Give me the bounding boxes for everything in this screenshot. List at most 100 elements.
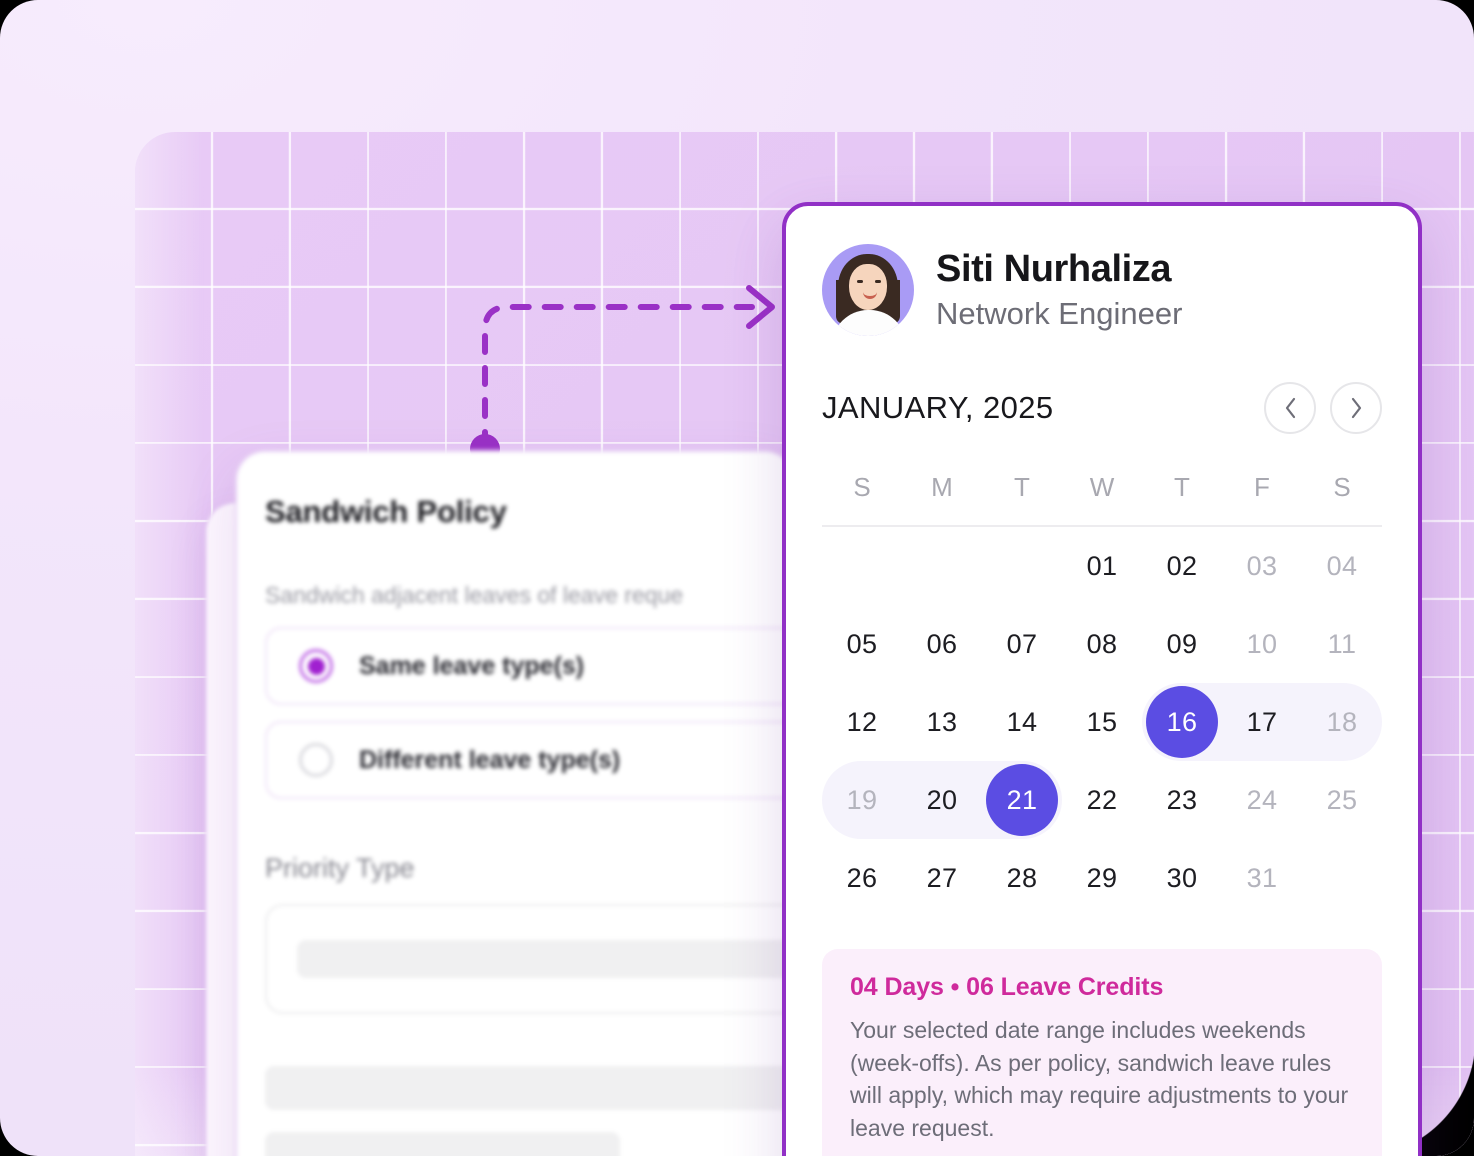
calendar-day-number: 01 [1086, 550, 1118, 581]
radio-icon-selected[interactable] [299, 649, 333, 683]
calendar-day-number: 10 [1246, 628, 1278, 659]
calendar-day-cell[interactable]: 18 [1302, 683, 1382, 761]
previous-month-button[interactable] [1264, 382, 1316, 434]
avatar [822, 244, 914, 336]
calendar-day-cell[interactable]: 04 [1302, 527, 1382, 605]
weekday-header: S [1333, 472, 1351, 502]
skeleton-bar [265, 1132, 620, 1156]
calendar-day-cell[interactable]: 22 [1062, 761, 1142, 839]
calendar-day-cell[interactable]: 26 [822, 839, 902, 917]
calendar-day-empty [822, 527, 902, 605]
calendar-day-number: 15 [1086, 706, 1118, 737]
calendar-day-empty [1302, 839, 1382, 917]
priority-type-select[interactable] [265, 904, 793, 1014]
calendar-day-empty [902, 527, 982, 605]
notice-title: 04 Days • 06 Leave Credits [850, 973, 1164, 1001]
calendar-day-number: 18 [1326, 706, 1358, 737]
calendar-day-cell[interactable]: 09 [1142, 605, 1222, 683]
calendar-day-number: 07 [1006, 628, 1038, 659]
calendar-day-number: 19 [846, 784, 878, 815]
calendar-day-number: 08 [1086, 628, 1118, 659]
skeleton-placeholder-group [265, 1066, 793, 1156]
weekday-header: F [1254, 472, 1270, 502]
calendar-day-cell[interactable]: 20 [902, 761, 982, 839]
calendar-day-number: 09 [1166, 628, 1198, 659]
calendar-day-number: 02 [1166, 550, 1198, 581]
weekday-header-row: SMTWTFS [822, 472, 1382, 503]
leave-calendar-card: Siti Nurhaliza Network Engineer JANUARY,… [782, 202, 1422, 1156]
calendar-day-number: 29 [1086, 862, 1118, 893]
calendar-day-cell[interactable]: 08 [1062, 605, 1142, 683]
calendar-day-cell[interactable]: 28 [982, 839, 1062, 917]
calendar-day-number: 04 [1326, 550, 1358, 581]
next-month-button[interactable] [1330, 382, 1382, 434]
calendar-day-number: 14 [1006, 706, 1038, 737]
calendar-day-number: 30 [1166, 862, 1198, 893]
month-year-label: JANUARY, 2025 [822, 390, 1054, 425]
calendar-day-cell[interactable]: 27 [902, 839, 982, 917]
calendar-day-cell[interactable]: 11 [1302, 605, 1382, 683]
calendar-day-number: 05 [846, 628, 878, 659]
calendar-day-cell[interactable]: 14 [982, 683, 1062, 761]
calendar-day-number: 26 [846, 862, 878, 893]
month-nav-group [1264, 382, 1382, 434]
sandwich-policy-card: Sandwich Policy Sandwich adjacent leaves… [235, 450, 795, 1156]
calendar-day-number: 16 [1166, 706, 1198, 737]
radio-label: Different leave type(s) [359, 745, 621, 774]
calendar-day-number: 11 [1327, 628, 1357, 659]
priority-type-label: Priority Type [265, 853, 415, 883]
calendar-day-cell[interactable]: 07 [982, 605, 1062, 683]
chevron-right-icon [1351, 397, 1361, 419]
weekday-header: W [1089, 472, 1115, 502]
page-root: Sandwich Policy Sandwich adjacent leaves… [0, 0, 1474, 1156]
calendar-day-cell[interactable]: 24 [1222, 761, 1302, 839]
calendar-day-cell[interactable]: 01 [1062, 527, 1142, 605]
calendar-day-number: 20 [926, 784, 958, 815]
calendar-day-cell[interactable]: 05 [822, 605, 902, 683]
calendar-day-cell[interactable]: 12 [822, 683, 902, 761]
calendar-day-cell[interactable]: 19 [822, 761, 902, 839]
user-name: Siti Nurhaliza [936, 248, 1172, 291]
radio-label: Same leave type(s) [359, 651, 585, 680]
calendar-day-number: 25 [1326, 784, 1358, 815]
calendar-day-cell[interactable]: 03 [1222, 527, 1302, 605]
calendar-day-number: 24 [1246, 784, 1278, 815]
radio-option-different-leave-type[interactable]: Different leave type(s) [265, 721, 793, 799]
calendar-day-cell[interactable]: 17 [1222, 683, 1302, 761]
calendar-day-number: 28 [1006, 862, 1038, 893]
calendar-day-cell[interactable]: 21 [982, 761, 1062, 839]
calendar-day-empty [982, 527, 1062, 605]
calendar-day-cell[interactable]: 31 [1222, 839, 1302, 917]
calendar-day-cell[interactable]: 06 [902, 605, 982, 683]
sandwich-leave-notice: 04 Days • 06 Leave Credits Your selected… [822, 949, 1382, 1156]
calendar-day-number: 21 [1006, 784, 1038, 815]
policy-card-subtitle: Sandwich adjacent leaves of leave reque [265, 582, 684, 608]
calendar-day-cell[interactable]: 15 [1062, 683, 1142, 761]
calendar-day-number: 23 [1166, 784, 1198, 815]
calendar-day-cell[interactable]: 25 [1302, 761, 1382, 839]
calendar-day-cell[interactable]: 10 [1222, 605, 1302, 683]
radio-icon-unselected[interactable] [299, 743, 333, 777]
user-role: Network Engineer [936, 295, 1183, 331]
weekday-header: T [1014, 472, 1030, 502]
calendar-day-number: 03 [1246, 550, 1278, 581]
calendar-day-number: 17 [1246, 706, 1278, 737]
calendar-day-cell[interactable]: 30 [1142, 839, 1222, 917]
calendar-day-grid: 01 02 03 04 05 06 07 08 09 10 11 12 13 14 15 16 17 18 19 20… [822, 527, 1382, 917]
calendar-day-cell[interactable]: 16 [1142, 683, 1222, 761]
radio-option-same-leave-type[interactable]: Same leave type(s) [265, 627, 793, 705]
chevron-left-icon [1285, 397, 1295, 419]
weekday-header: T [1174, 472, 1190, 502]
calendar-day-number: 12 [846, 706, 878, 737]
calendar-day-cell[interactable]: 29 [1062, 839, 1142, 917]
notice-text: Your selected date range includes weeken… [850, 1017, 1349, 1141]
calendar-day-number: 13 [926, 706, 958, 737]
weekday-header: S [853, 472, 871, 502]
calendar-day-cell[interactable]: 23 [1142, 761, 1222, 839]
weekday-header: M [931, 472, 953, 502]
calendar-day-number: 22 [1086, 784, 1118, 815]
calendar-day-cell[interactable]: 02 [1142, 527, 1222, 605]
calendar-day-cell[interactable]: 13 [902, 683, 982, 761]
calendar-day-number: 06 [926, 628, 958, 659]
skeleton-bar [265, 1066, 793, 1110]
